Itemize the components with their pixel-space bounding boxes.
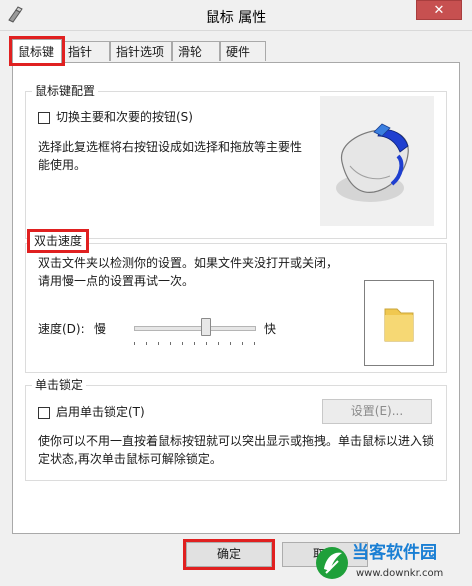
mouse-icon [336, 123, 409, 202]
click-lock-settings-button[interactable]: 设置(E)... [322, 399, 432, 424]
slider-tick [146, 342, 147, 345]
click-lock-label: 单击锁定 [32, 377, 87, 393]
slider-tick [134, 342, 135, 345]
click-lock-description: 使你可以不用一直按着鼠标按钮就可以突出显示或拖拽。单击鼠标以进入锁定状态,再次单… [38, 434, 435, 466]
slider-tick [170, 342, 171, 345]
double-click-speed-slider-thumb[interactable] [201, 318, 211, 336]
slider-tick [242, 342, 243, 345]
slider-tick [218, 342, 219, 345]
double-click-speed-label: 双击速度 [26, 229, 90, 253]
click-lock-group: 单击锁定 启用单击锁定(T) 设置(E)... 使你可以不用一直按着鼠标按钮就可… [25, 377, 447, 481]
tab-wheel[interactable]: 滑轮 [172, 41, 220, 61]
mouse-illustration [320, 96, 434, 226]
switch-buttons-checkbox[interactable] [38, 112, 50, 124]
tab-pointer-options[interactable]: 指针选项 [110, 41, 172, 61]
tab-hardware[interactable]: 硬件 [220, 41, 266, 61]
button-configuration-group: 鼠标键配置 切换主要和次要的按钮(S) 选择此复选框将右按钮设成如选择和拖放等主… [25, 83, 447, 239]
ok-button[interactable]: 确定 [183, 539, 275, 570]
switch-buttons-description: 选择此复选框将右按钮设成如选择和拖放等主要性能使用。 [38, 140, 303, 172]
double-click-description: 双击文件夹以检测你的设置。如果文件夹没打开或关闭，请用慢一点的设置再试一次。 [38, 256, 339, 288]
click-lock-checkbox-label[interactable]: 启用单击锁定(T) [56, 403, 145, 421]
switch-buttons-label[interactable]: 切换主要和次要的按钮(S) [56, 108, 193, 126]
slider-tick [206, 342, 207, 345]
slider-tick [254, 342, 255, 345]
tab-buttons[interactable]: 鼠标键 [9, 36, 65, 66]
double-click-speed-slider-track[interactable] [134, 326, 256, 331]
slow-label: 慢 [94, 322, 107, 336]
test-folder-area[interactable] [364, 280, 434, 366]
title-bar: 鼠标 属性 ✕ [0, 0, 472, 31]
double-click-speed-group: 双击速度 双击文件夹以检测你的设置。如果文件夹没打开或关闭，请用慢一点的设置再试… [25, 229, 447, 373]
slider-tick [182, 342, 183, 345]
watermark-brand: 当客软件园 [352, 543, 437, 563]
close-button[interactable]: ✕ [416, 0, 462, 20]
folder-icon [384, 308, 414, 342]
tab-pointers[interactable]: 指针 [62, 41, 110, 61]
button-configuration-label: 鼠标键配置 [32, 83, 99, 99]
tab-panel-buttons: 鼠标键配置 切换主要和次要的按钮(S) 选择此复选框将右按钮设成如选择和拖放等主… [12, 62, 460, 534]
slider-tick [194, 342, 195, 345]
speed-label: 速度(D): [38, 322, 85, 336]
watermark-url: www.downkr.com [356, 568, 444, 579]
click-lock-checkbox[interactable] [38, 407, 50, 419]
slider-tick [158, 342, 159, 345]
fast-label: 快 [264, 322, 277, 336]
slider-tick [230, 342, 231, 345]
window-title: 鼠标 属性 [205, 10, 267, 26]
watermark: 当客软件园 www.downkr.com [312, 543, 472, 583]
